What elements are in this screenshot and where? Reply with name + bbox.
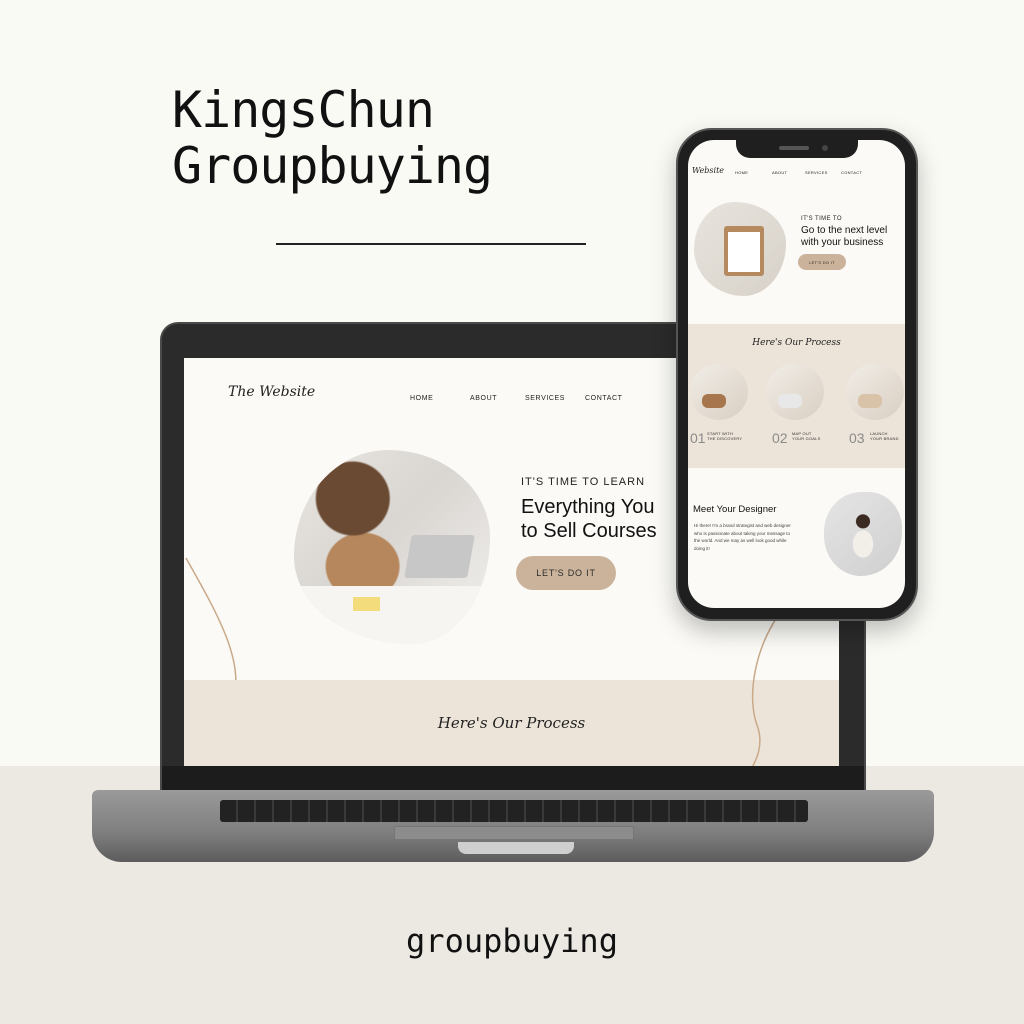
brand-title-line1: KingsChun: [172, 81, 435, 139]
phone-step-image-3: [846, 364, 904, 420]
phone-designer-photo: [824, 492, 902, 576]
brand-title-line2: Groupbuying: [172, 137, 493, 195]
phone-step-label-1: START WITH THE DISCOVERY: [707, 431, 743, 441]
phone-designer-title: Meet Your Designer: [693, 504, 777, 515]
phone-step-number-2: 02: [772, 430, 788, 446]
phone-speaker: [779, 146, 809, 150]
phone-designer-text: Hi there! I'm a brand strategist and web…: [694, 523, 791, 551]
laptop-nav-services[interactable]: SERVICES: [525, 395, 565, 402]
phone-hero-eyebrow: IT'S TIME TO: [801, 216, 842, 222]
laptop-process-title: Here's Our Process: [437, 714, 586, 732]
phone-step-image-2: [766, 364, 824, 420]
phone-nav-home[interactable]: HOME: [735, 170, 748, 175]
phone-screen: Website HOME ABOUT SERVICES CONTACT IT'S…: [688, 140, 905, 608]
footer-wordmark: groupbuying: [406, 922, 618, 960]
phone-step-label-2: MAP OUT YOUR GOALS: [792, 431, 821, 441]
phone-nav-about[interactable]: ABOUT: [772, 170, 787, 175]
title-divider: [276, 243, 586, 245]
phone-step-number-3: 03: [849, 430, 865, 446]
laptop-lets-do-it-button[interactable]: LET'S DO IT: [516, 556, 616, 590]
laptop-nav-contact[interactable]: CONTACT: [585, 395, 623, 402]
laptop-hero-heading: Everything You to Sell Courses: [521, 496, 657, 542]
laptop-site-logo[interactable]: The Website: [228, 384, 315, 400]
phone-lets-do-it-button[interactable]: LET'S DO IT: [798, 254, 846, 270]
phone-nav-services[interactable]: SERVICES: [805, 170, 828, 175]
phone-step-label-3: LAUNCH YOUR BRAND: [870, 431, 899, 441]
phone-nav-contact[interactable]: CONTACT: [841, 170, 862, 175]
laptop-hero-photo: [294, 450, 490, 644]
laptop-nav-about[interactable]: ABOUT: [470, 395, 497, 402]
laptop-trackpad: [394, 826, 634, 840]
laptop-lid-notch: [458, 842, 574, 854]
phone-step-number-1: 01: [690, 430, 706, 446]
phone-process-title: Here's Our Process: [752, 338, 841, 348]
phone-site-logo[interactable]: Website: [692, 166, 724, 175]
brand-title: KingsChun Groupbuying: [172, 81, 493, 195]
phone-step-image-1: [690, 364, 748, 420]
laptop-keyboard: [220, 800, 808, 822]
phone-hero-photo: [694, 202, 786, 296]
laptop-hero-eyebrow: IT'S TIME TO LEARN: [521, 476, 646, 488]
laptop-nav-home[interactable]: HOME: [410, 395, 433, 402]
phone-hero-heading: Go to the next level with your business: [801, 225, 888, 248]
phone-camera: [822, 145, 828, 151]
